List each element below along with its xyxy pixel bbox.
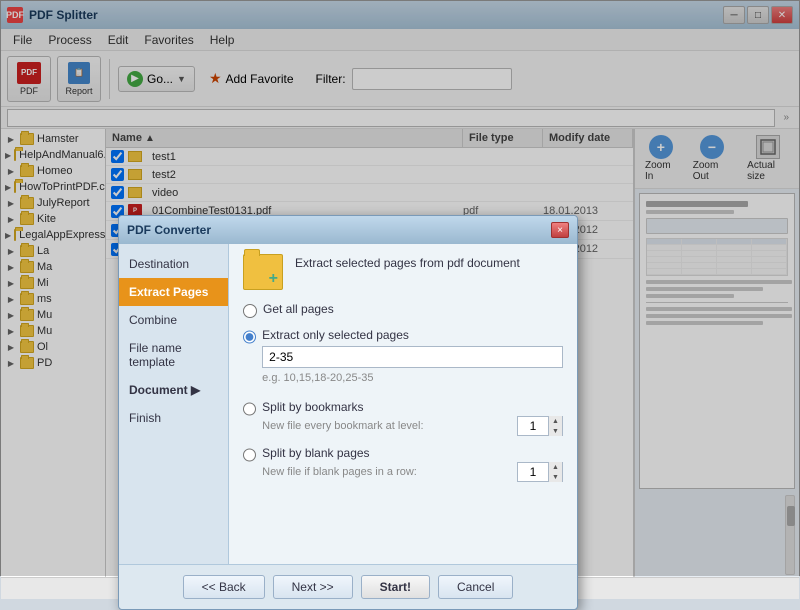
split-blank-label: Split by blank pages bbox=[262, 446, 563, 460]
nav-destination[interactable]: Destination bbox=[119, 250, 228, 278]
modal-footer: << Back Next >> Start! Cancel bbox=[119, 564, 577, 609]
modal-description: Extract selected pages from pdf document bbox=[295, 254, 520, 272]
radio-get-all-pages[interactable] bbox=[243, 304, 257, 318]
bookmark-level-sublabel: New file every bookmark at level: bbox=[262, 420, 511, 432]
modal-dialog: PDF Converter × Destination Extract Page… bbox=[118, 215, 578, 610]
modal-title-bar: PDF Converter × bbox=[119, 216, 577, 244]
modal-main-content: Extract selected pages from pdf document… bbox=[229, 244, 577, 564]
radio-split-bookmarks[interactable] bbox=[243, 402, 256, 416]
nav-file-name-template[interactable]: File name template bbox=[119, 334, 228, 376]
bookmark-level-spinbox: ▲ ▼ bbox=[517, 416, 563, 436]
cancel-button[interactable]: Cancel bbox=[438, 575, 513, 599]
option-split-blank: Split by blank pages New file if blank p… bbox=[243, 446, 563, 482]
page-range-hint: e.g. 10,15,18-20,25-35 bbox=[262, 372, 563, 384]
modal-title: PDF Converter bbox=[127, 223, 211, 237]
modal-nav: Destination Extract Pages Combine File n… bbox=[119, 244, 229, 564]
nav-combine[interactable]: Combine bbox=[119, 306, 228, 334]
bookmark-level-input[interactable] bbox=[518, 417, 548, 435]
extract-folder-icon bbox=[243, 254, 283, 290]
nav-document[interactable]: Document ▶ bbox=[119, 376, 228, 404]
radio-extract-selected[interactable] bbox=[243, 330, 256, 344]
extract-only-label: Extract only selected pages bbox=[262, 328, 563, 342]
split-bookmarks-label: Split by bookmarks bbox=[262, 400, 563, 414]
radio-split-blank[interactable] bbox=[243, 448, 256, 462]
back-button[interactable]: << Back bbox=[183, 575, 265, 599]
page-range-input[interactable] bbox=[262, 346, 563, 368]
modal-close-button[interactable]: × bbox=[551, 222, 569, 238]
blank-pages-up[interactable]: ▲ bbox=[548, 462, 562, 472]
option-extract-selected: Extract only selected pages e.g. 10,15,1… bbox=[243, 328, 563, 390]
blank-pages-sublabel: New file if blank pages in a row: bbox=[262, 466, 511, 478]
bookmark-level-down[interactable]: ▼ bbox=[548, 426, 562, 436]
option-get-all-pages: Get all pages bbox=[243, 302, 563, 318]
next-button[interactable]: Next >> bbox=[273, 575, 353, 599]
option-split-bookmarks: Split by bookmarks New file every bookma… bbox=[243, 400, 563, 436]
chevron-right-icon: ▶ bbox=[191, 383, 200, 397]
blank-pages-spinbox: ▲ ▼ bbox=[517, 462, 563, 482]
blank-pages-input[interactable] bbox=[518, 463, 548, 481]
start-button[interactable]: Start! bbox=[361, 575, 430, 599]
nav-extract-pages[interactable]: Extract Pages bbox=[119, 278, 228, 306]
blank-pages-down[interactable]: ▼ bbox=[548, 472, 562, 482]
modal-top: Extract selected pages from pdf document bbox=[243, 254, 563, 290]
modal-body: Destination Extract Pages Combine File n… bbox=[119, 244, 577, 564]
nav-finish[interactable]: Finish bbox=[119, 404, 228, 432]
options-group: Get all pages Extract only selected page… bbox=[243, 302, 563, 482]
bookmark-level-wrap: New file every bookmark at level: ▲ ▼ bbox=[262, 416, 563, 436]
get-all-pages-label: Get all pages bbox=[263, 302, 334, 316]
bookmark-level-up[interactable]: ▲ bbox=[548, 416, 562, 426]
blank-pages-wrap: New file if blank pages in a row: ▲ ▼ bbox=[262, 462, 563, 482]
